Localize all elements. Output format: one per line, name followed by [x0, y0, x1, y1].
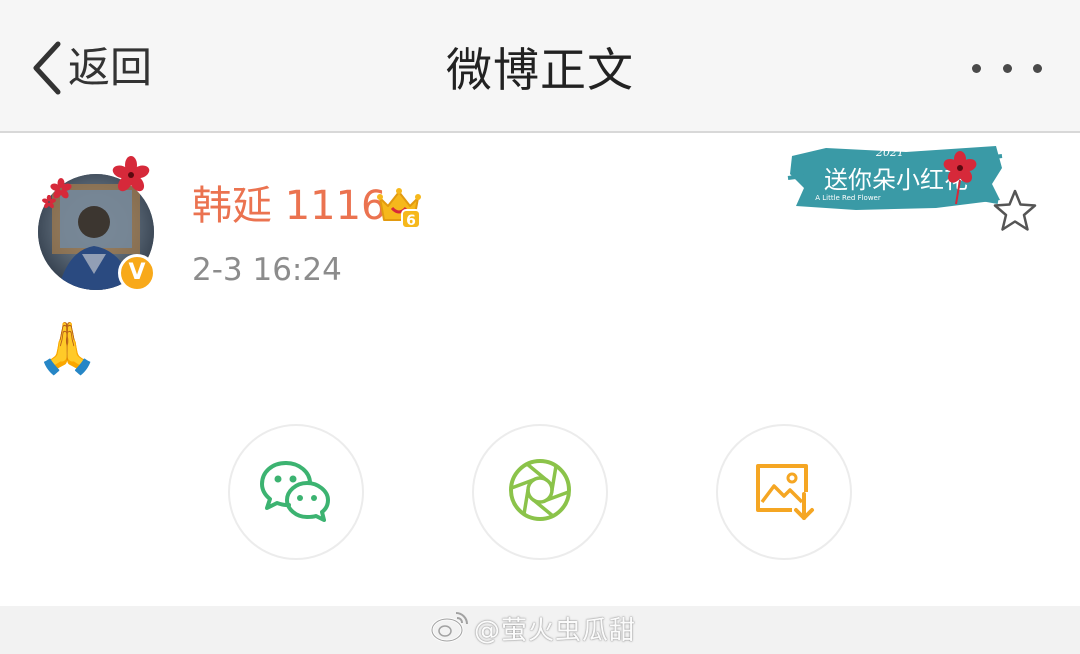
- member-level: 6: [406, 213, 416, 229]
- page-title: 微博正文: [446, 43, 634, 97]
- member-crown-icon[interactable]: 6: [376, 184, 422, 230]
- post-content: 🙏: [36, 319, 99, 377]
- watermark: @萤火虫瓜甜: [430, 608, 636, 648]
- save-image-button[interactable]: [716, 424, 852, 560]
- red-flower-icon: [112, 156, 150, 198]
- more-dot: [1033, 63, 1042, 73]
- save-image-icon: [752, 458, 816, 526]
- more-dot: [972, 63, 981, 73]
- banner-subtitle: A Little Red Flower: [815, 194, 881, 202]
- more-dot: [1002, 63, 1012, 73]
- nav-header: 返回 微博正文: [0, 0, 1080, 133]
- share-moments-button[interactable]: [472, 424, 608, 560]
- favorite-star-icon[interactable]: [990, 186, 1040, 236]
- moments-icon: [507, 457, 573, 527]
- author-name[interactable]: 韩延 1116: [192, 180, 387, 232]
- red-flower-icon: [42, 194, 56, 213]
- watermark-text: @萤火虫瓜甜: [474, 615, 637, 646]
- more-button[interactable]: [972, 60, 1042, 76]
- verified-badge: V: [118, 254, 156, 292]
- wechat-icon: [260, 457, 332, 527]
- weibo-logo-icon: [430, 609, 470, 647]
- share-wechat-button[interactable]: [228, 424, 364, 560]
- post-timestamp: 2-3 16:24: [192, 252, 342, 288]
- weibo-post-page: 返回 微博正文 V 韩延 1116 6 2-3 16:24 2021 送你朵小红…: [0, 0, 1080, 654]
- banner-text: 送你朵小红花: [824, 166, 968, 194]
- promo-banner[interactable]: 2021 送你朵小红花 A Little Red Flower: [786, 138, 1006, 216]
- banner-year: 2021: [875, 146, 904, 159]
